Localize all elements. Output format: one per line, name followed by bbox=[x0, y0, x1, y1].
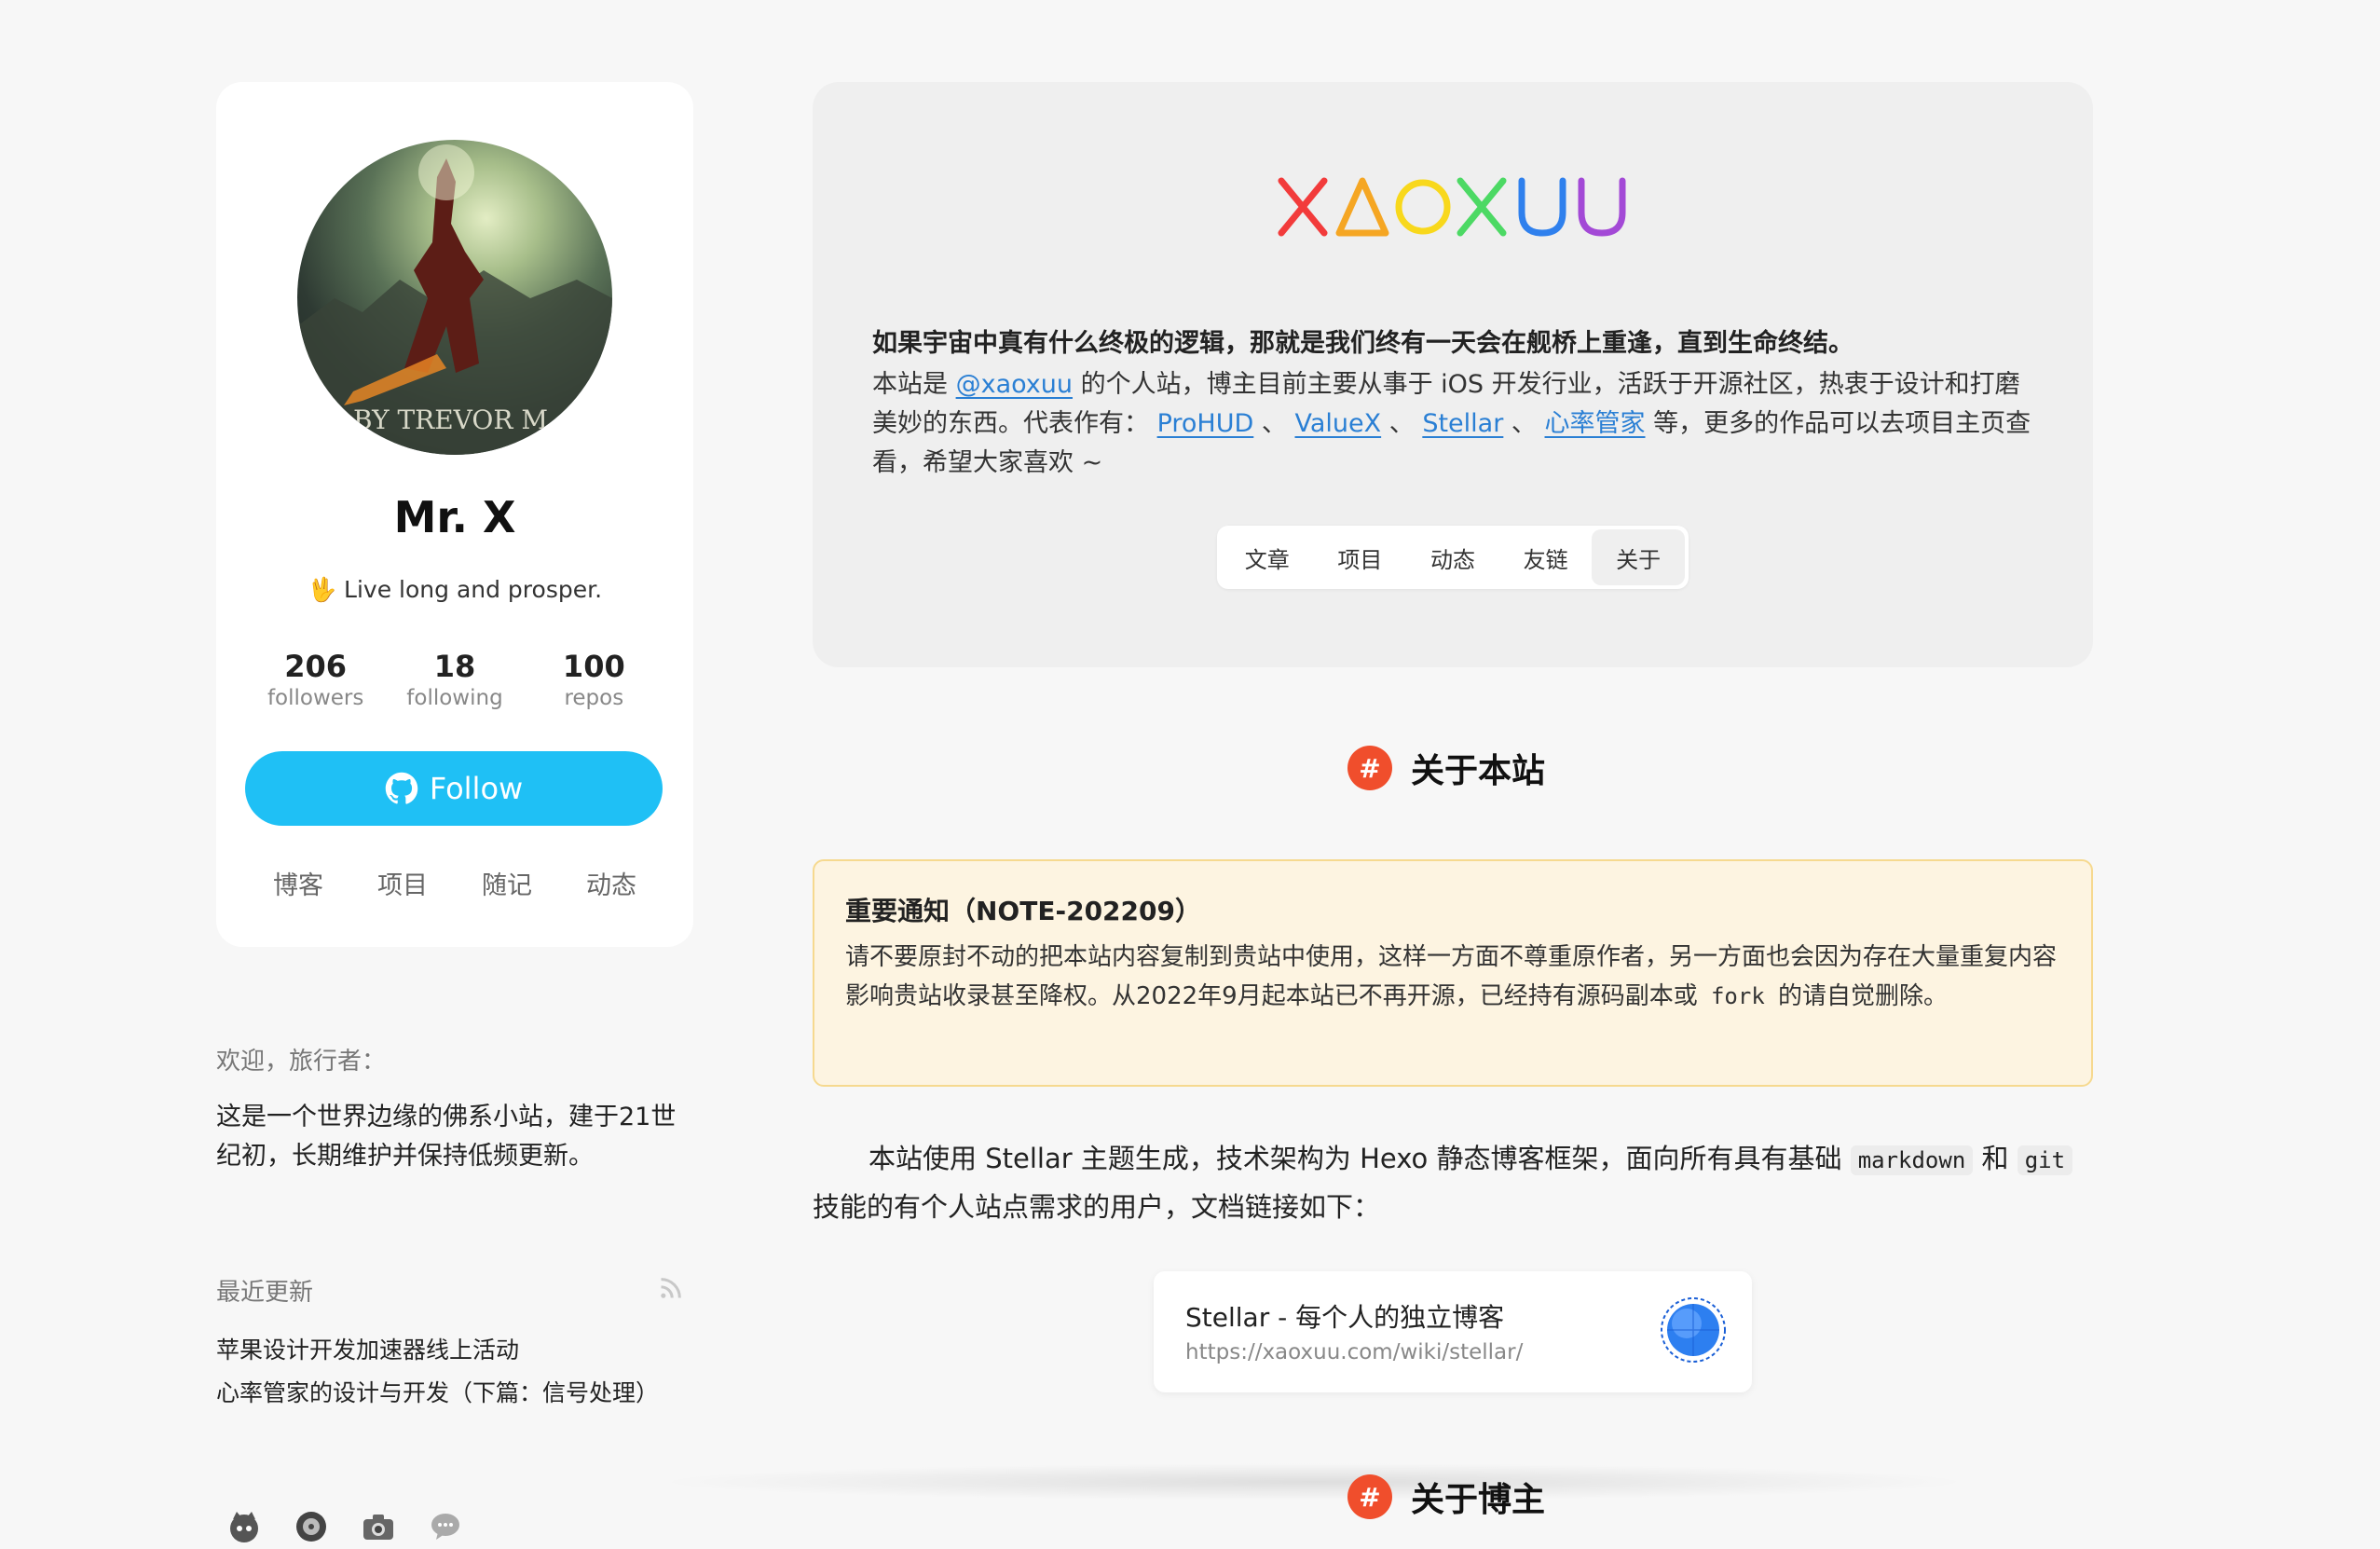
notice-box: 重要通知（NOTE-202209） 请不要原封不动的把本站内容复制到贵站中使用，… bbox=[813, 859, 2093, 1087]
profile-stats: 206 followers 18 following 100 repos bbox=[246, 649, 663, 710]
hash-icon: # bbox=[1347, 746, 1392, 790]
follow-button[interactable]: Follow bbox=[245, 751, 663, 826]
nav-moments[interactable]: 动态 bbox=[586, 865, 636, 901]
intro-separator: 、 bbox=[1381, 409, 1415, 438]
avatar[interactable]: BY TREVOR M bbox=[297, 140, 612, 455]
logo-letter bbox=[1395, 179, 1451, 235]
music-icon[interactable] bbox=[293, 1508, 330, 1545]
work-link-stellar[interactable]: Stellar bbox=[1422, 409, 1503, 438]
logo-letter bbox=[1335, 177, 1389, 237]
follow-label: Follow bbox=[429, 771, 524, 806]
welcome-title: 欢迎，旅行者： bbox=[216, 1048, 387, 1076]
github-icon bbox=[385, 772, 418, 804]
sidebar-nav: 博客 项目 随记 动态 bbox=[246, 865, 663, 901]
globe-icon bbox=[1661, 1297, 1726, 1363]
stat-label: repos bbox=[564, 686, 624, 710]
sidebar: BY TREVOR M Mr. X 🖖 Live long and prospe… bbox=[216, 82, 693, 1542]
paragraph-text: 本站使用 Stellar 主题生成，技术架构为 Hexo 静态博客框架，面向所有… bbox=[869, 1143, 1851, 1174]
tab-articles[interactable]: 文章 bbox=[1221, 529, 1314, 585]
link-url: https://xaoxuu.com/wiki/stellar/ bbox=[1185, 1340, 1524, 1364]
logo-letter bbox=[1578, 177, 1626, 237]
intro-separator: 、 bbox=[1503, 409, 1537, 438]
stat-value: 100 bbox=[562, 649, 625, 684]
section-title: 关于本站 bbox=[1411, 752, 1546, 790]
section-heading-next: # 关于博主 bbox=[1347, 1473, 1545, 1521]
camera-icon[interactable] bbox=[360, 1508, 397, 1545]
recent-item[interactable]: 苹果设计开发加速器线上活动 bbox=[216, 1329, 693, 1372]
notice-body: 请不要原封不动的把本站内容复制到贵站中使用，这样一方面不尊重原作者，另一方面也会… bbox=[845, 938, 2066, 1016]
recent-title: 最近更新 bbox=[216, 1279, 314, 1307]
hash-icon: # bbox=[1347, 1474, 1392, 1519]
stat-following[interactable]: 18 following bbox=[385, 649, 524, 710]
paragraph-text: 技能的有个人站点需求的用户，文档链接如下： bbox=[813, 1191, 1381, 1223]
stat-label: followers bbox=[267, 686, 364, 710]
intro-text: 本站是 bbox=[872, 370, 956, 399]
site-logo[interactable] bbox=[813, 175, 2093, 240]
tab-projects[interactable]: 项目 bbox=[1314, 529, 1407, 585]
notice-text: 的请自觉删除。 bbox=[1770, 982, 1949, 1010]
site-motto: 如果宇宙中真有什么终极的逻辑，那就是我们终有一天会在舰桥上重逢，直到生命终结。 bbox=[872, 329, 1853, 358]
chat-icon[interactable] bbox=[427, 1508, 464, 1545]
tab-moments[interactable]: 动态 bbox=[1406, 529, 1499, 585]
social-links bbox=[226, 1508, 464, 1545]
profile-name: Mr. X bbox=[393, 492, 516, 542]
site-intro: 本站是 @xaoxuu 的个人站，博主目前主要从事于 iOS 开发行业，活跃于开… bbox=[872, 365, 2043, 483]
site-header-card: 如果宇宙中真有什么终极的逻辑，那就是我们终有一天会在舰桥上重逢，直到生命终结。 … bbox=[813, 82, 2093, 667]
about-paragraph: 本站使用 Stellar 主题生成，技术架构为 Hexo 静态博客框架，面向所有… bbox=[813, 1135, 2099, 1230]
logo-letter bbox=[1457, 177, 1507, 237]
intro-separator: 、 bbox=[1253, 409, 1287, 438]
link-title: Stellar - 每个人的独立博客 bbox=[1185, 1302, 1505, 1333]
logo-letter bbox=[1518, 177, 1566, 237]
stat-followers[interactable]: 206 followers bbox=[246, 649, 385, 710]
profile-card: BY TREVOR M Mr. X 🖖 Live long and prospe… bbox=[216, 82, 693, 947]
github-icon[interactable] bbox=[226, 1508, 263, 1545]
rss-icon[interactable] bbox=[658, 1275, 684, 1301]
logo-letter bbox=[1278, 177, 1328, 237]
paragraph-text: 和 bbox=[1973, 1143, 2018, 1174]
author-handle-link[interactable]: @xaoxuu bbox=[956, 370, 1073, 399]
work-link-heartrate[interactable]: 心率管家 bbox=[1545, 409, 1646, 438]
stat-repos[interactable]: 100 repos bbox=[525, 649, 663, 710]
inline-code: git bbox=[2017, 1145, 2073, 1175]
stat-value: 18 bbox=[433, 649, 476, 684]
recent-list: 苹果设计开发加速器线上活动 心率管家的设计与开发（下篇：信号处理） bbox=[216, 1329, 693, 1409]
page-shadow bbox=[652, 1463, 1976, 1501]
stat-label: following bbox=[406, 686, 503, 710]
profile-bio: 🖖 Live long and prosper. bbox=[307, 576, 603, 603]
main-tabs: 文章 项目 动态 友链 关于 bbox=[1217, 526, 1689, 589]
section-title: 关于博主 bbox=[1411, 1481, 1546, 1519]
work-link-prohud[interactable]: ProHUD bbox=[1157, 409, 1254, 438]
avatar-caption: BY TREVOR M bbox=[353, 404, 548, 435]
notice-title: 重要通知（NOTE-202209） bbox=[845, 896, 1201, 926]
inline-code: fork bbox=[1710, 983, 1765, 1009]
stat-value: 206 bbox=[284, 649, 348, 684]
tab-about[interactable]: 关于 bbox=[1592, 529, 1685, 585]
tab-friends[interactable]: 友链 bbox=[1499, 529, 1593, 585]
link-card[interactable]: Stellar - 每个人的独立博客 https://xaoxuu.com/wi… bbox=[1154, 1271, 1752, 1392]
inline-code: markdown bbox=[1850, 1145, 1974, 1175]
recent-item[interactable]: 心率管家的设计与开发（下篇：信号处理） bbox=[216, 1372, 693, 1409]
section-heading: # 关于本站 bbox=[1347, 744, 1545, 792]
nav-notes[interactable]: 随记 bbox=[482, 865, 532, 901]
nav-projects[interactable]: 项目 bbox=[377, 865, 428, 901]
welcome-text: 这是一个世界边缘的佛系小站，建于21世纪初，长期维护并保持低频更新。 bbox=[216, 1103, 677, 1171]
work-link-valuex[interactable]: ValueX bbox=[1294, 409, 1381, 438]
nav-blog[interactable]: 博客 bbox=[273, 865, 323, 901]
logo-wordmark bbox=[1278, 177, 1626, 237]
